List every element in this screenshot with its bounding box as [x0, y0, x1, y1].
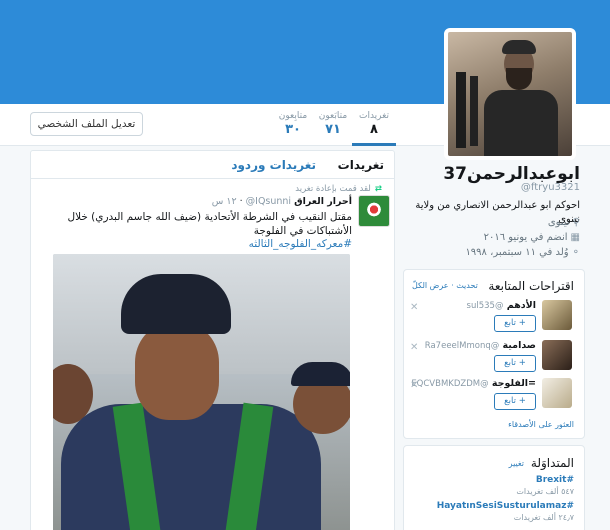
stat-tweets[interactable]: تغريدات ٨	[352, 110, 396, 146]
tweet-header: أحرار العراق @IQsunni · ١٢ س	[211, 196, 352, 207]
timeline-tabs: تغريدات تغريدات وردود	[31, 151, 394, 179]
profile-handle[interactable]: @ftryu3321	[400, 182, 580, 193]
add-user-icon: +	[518, 358, 526, 368]
profile-joined-text: انضم في يونيو ٢٠١٦	[483, 232, 568, 243]
location-pin-icon: ⚲	[572, 217, 580, 228]
trends-title: المتداوَلة	[530, 456, 574, 470]
tweet-author-name[interactable]: أحرار العراق	[294, 196, 352, 207]
trend-item[interactable]: #HayatınSesiSusturulamaz ٢٤٫٧ ألف تغريدا…	[437, 500, 574, 523]
view-all-link[interactable]: عرض الكلّ	[412, 281, 449, 290]
stat-following-value: ٧١	[325, 122, 341, 137]
tweet-hashtag[interactable]: #معركه_الفلوجه_الثالثه	[249, 238, 352, 250]
profile-birthday-text: وُلد في ١١ سبتمبر، ١٩٩٨	[465, 247, 569, 258]
tweet-text: مقتل النقيب في الشرطة الأتحادية (ضيف الل…	[67, 211, 352, 237]
trend-tag[interactable]: #HayatınSesiSusturulamaz	[437, 500, 574, 512]
suggestion-row[interactable]: صدامية @Ra7eeelMmonq + تابع ✕	[402, 340, 584, 382]
suggestion-name[interactable]: الأدهم @sul535	[467, 300, 536, 311]
stat-followers-label: متابِعون	[278, 111, 308, 121]
stat-followers[interactable]: متابِعون ٣٠	[271, 110, 315, 138]
tweet-author-handle[interactable]: @IQsunni	[246, 196, 291, 207]
profile-avatar[interactable]	[444, 28, 576, 160]
calendar-icon: ▦	[570, 232, 580, 243]
trend-count: ٢٤٫٧ ألف تغريدات	[513, 513, 574, 522]
trend-tag[interactable]: #Brexit	[516, 474, 574, 486]
balloon-icon: ⚬	[571, 247, 580, 258]
stat-following-label: متابَعون	[318, 111, 348, 121]
add-user-icon: +	[518, 318, 526, 328]
tab-tweets-replies[interactable]: تغريدات وردود	[231, 158, 316, 172]
dismiss-icon[interactable]: ✕	[410, 342, 418, 353]
follow-button[interactable]: + تابع	[494, 315, 536, 332]
who-to-follow-links: تحديث · عرض الكلّ	[412, 281, 478, 290]
profile-name[interactable]: ابوعبدالرحمن37	[400, 164, 580, 184]
refresh-link[interactable]: تحديث	[456, 281, 478, 290]
who-to-follow-title: اقتراحات المتابعة	[488, 279, 574, 293]
tab-tweets[interactable]: تغريدات	[338, 158, 384, 172]
add-user-icon: +	[518, 396, 526, 406]
who-to-follow-panel: اقتراحات المتابعة تحديث · عرض الكلّ الأد…	[403, 269, 585, 439]
profile-location-text: نينوى	[547, 217, 570, 228]
trends-change-link[interactable]: تغيير	[509, 459, 524, 468]
edit-profile-button[interactable]: تعديل الملف الشخصي	[30, 112, 143, 136]
stat-followers-value: ٣٠	[285, 122, 301, 137]
suggestion-avatar[interactable]	[542, 378, 572, 408]
find-friends-link[interactable]: العثور على الأصدقاء	[508, 420, 574, 429]
stat-tweets-value: ٨	[370, 122, 378, 137]
suggestion-name[interactable]: =الفلوجة @EQCVBMKDZDM	[411, 378, 536, 389]
trends-panel: المتداوَلة تغيير #Brexit ٥٤٧ ألف تغريدات…	[403, 445, 585, 530]
suggestion-name[interactable]: صدامية @Ra7eeelMmonq	[425, 340, 536, 351]
avatar-image	[448, 32, 572, 156]
stat-following[interactable]: متابَعون ٧١	[311, 110, 355, 138]
dismiss-icon[interactable]: ✕	[410, 380, 418, 391]
profile-location: ⚲نينوى	[400, 216, 580, 229]
suggestion-avatar[interactable]	[542, 300, 572, 330]
retweet-note: ⇄لقد قمت بإعادة تغريد	[295, 184, 382, 194]
tweet-photo[interactable]	[53, 254, 350, 530]
trend-count: ٥٤٧ ألف تغريدات	[516, 487, 574, 496]
timeline: تغريدات تغريدات وردود ⇄لقد قمت بإعادة تغ…	[30, 150, 395, 530]
stat-tweets-label: تغريدات	[358, 111, 389, 121]
suggestion-row[interactable]: الأدهم @sul535 + تابع ✕	[402, 300, 584, 342]
follow-button[interactable]: + تابع	[494, 393, 536, 410]
retweet-icon: ⇄	[374, 184, 382, 194]
dismiss-icon[interactable]: ✕	[410, 302, 418, 313]
follow-button[interactable]: + تابع	[494, 355, 536, 372]
profile-joined: ▦انضم في يونيو ٢٠١٦	[400, 231, 580, 244]
profile-birthday: ⚬وُلد في ١١ سبتمبر، ١٩٩٨	[400, 246, 580, 259]
tweet-time[interactable]: ١٢ س	[212, 196, 237, 207]
suggestion-row[interactable]: =الفلوجة @EQCVBMKDZDM + تابع ✕	[402, 378, 584, 420]
tweet-author-avatar[interactable]	[358, 195, 390, 227]
retweet-note-text: لقد قمت بإعادة تغريد	[295, 184, 371, 194]
trend-item[interactable]: #Brexit ٥٤٧ ألف تغريدات	[516, 474, 574, 497]
suggestion-avatar[interactable]	[542, 340, 572, 370]
